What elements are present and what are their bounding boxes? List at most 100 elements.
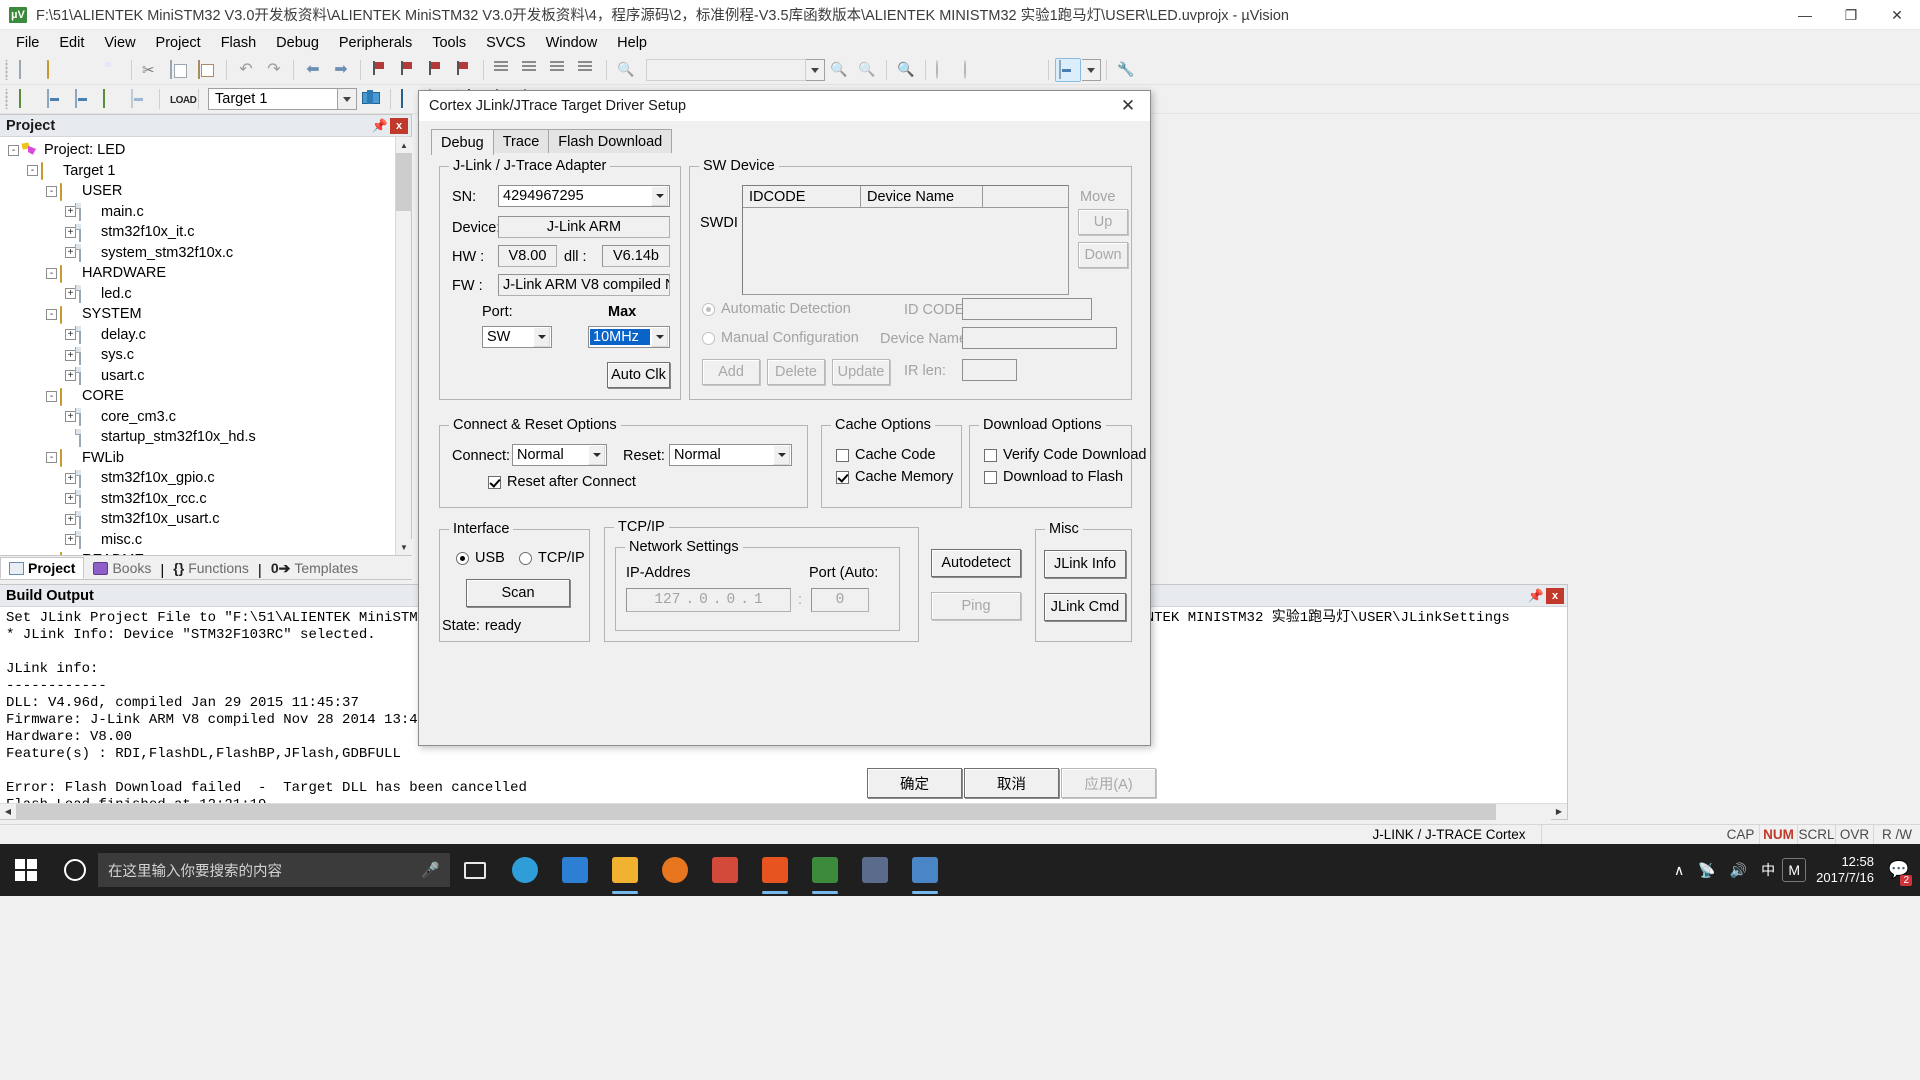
- move-up-button[interactable]: Up: [1078, 209, 1128, 235]
- radio-usb[interactable]: USB: [456, 550, 505, 566]
- menu-view[interactable]: View: [94, 32, 145, 54]
- checkbox-download-to-flash[interactable]: Download to Flash: [984, 469, 1123, 485]
- taskbar-app-recorder[interactable]: [750, 844, 800, 896]
- tree-item[interactable]: + delay.c: [0, 325, 395, 346]
- tree-item[interactable]: - Project: LED: [0, 140, 395, 161]
- menu-svcs[interactable]: SVCS: [476, 32, 536, 54]
- tree-item[interactable]: + usart.c: [0, 366, 395, 387]
- scroll-down-icon[interactable]: ▼: [396, 539, 412, 555]
- new-file-button[interactable]: [15, 58, 41, 82]
- tab-project[interactable]: Project: [0, 557, 85, 579]
- tree-collapse-icon[interactable]: -: [46, 267, 57, 279]
- jlink-info-button[interactable]: JLink Info: [1044, 550, 1126, 578]
- batch-build-button[interactable]: [99, 87, 125, 111]
- microphone-icon[interactable]: 🎤: [421, 861, 440, 879]
- sn-combo[interactable]: 4294967295: [498, 185, 670, 207]
- taskbar-app-store[interactable]: [550, 844, 600, 896]
- comment-button[interactable]: [546, 58, 572, 82]
- column-idcode[interactable]: IDCODE: [743, 186, 861, 207]
- radio-tcpip[interactable]: TCP/IP: [519, 550, 585, 566]
- port-dropdown-arrow[interactable]: [533, 327, 550, 347]
- build-output-close-icon[interactable]: x: [1546, 587, 1564, 604]
- tree-item[interactable]: - HARDWARE: [0, 263, 395, 284]
- max-clock-combo[interactable]: 10MHz: [588, 326, 670, 348]
- previous-bookmark-button[interactable]: [395, 58, 421, 82]
- outdent-button[interactable]: [518, 58, 544, 82]
- target-dropdown-arrow[interactable]: [338, 88, 357, 110]
- target-combo-value[interactable]: Target 1: [208, 88, 338, 110]
- project-panel-close-icon[interactable]: x: [390, 117, 408, 134]
- indent-button[interactable]: [490, 58, 516, 82]
- taskbar-app-explorer[interactable]: [600, 844, 650, 896]
- checkbox-cache-code[interactable]: Cache Code: [836, 447, 936, 463]
- find-in-files-icon[interactable]: [613, 58, 639, 82]
- find-input[interactable]: [646, 59, 806, 81]
- build-pin-icon[interactable]: 📌: [1526, 586, 1546, 606]
- open-file-button[interactable]: [43, 58, 69, 82]
- jlink-cmd-button[interactable]: JLink Cmd: [1044, 593, 1126, 621]
- uncomment-button[interactable]: [574, 58, 600, 82]
- checkbox-cache-memory[interactable]: Cache Memory: [836, 469, 953, 485]
- rebuild-button[interactable]: [71, 87, 97, 111]
- undo-button[interactable]: ↶: [233, 58, 259, 82]
- tree-item[interactable]: + stm32f10x_usart.c: [0, 509, 395, 530]
- save-all-button[interactable]: [99, 58, 125, 82]
- scroll-thumb[interactable]: [396, 153, 412, 211]
- minimize-button[interactable]: —: [1782, 0, 1828, 30]
- start-button[interactable]: [0, 844, 52, 896]
- column-device-name[interactable]: Device Name: [861, 186, 983, 207]
- cancel-button[interactable]: 取消: [964, 768, 1059, 798]
- apply-button[interactable]: 应用(A): [1061, 768, 1156, 798]
- paste-button[interactable]: [194, 58, 220, 82]
- toolbar-grip[interactable]: [4, 89, 11, 109]
- translate-button[interactable]: [15, 87, 41, 111]
- menu-project[interactable]: Project: [146, 32, 211, 54]
- scroll-up-icon[interactable]: ▲: [396, 137, 412, 153]
- project-tree[interactable]: - Project: LED - Target 1- USER + main.c + stm32…: [0, 137, 395, 555]
- tree-item[interactable]: - SYSTEM: [0, 304, 395, 325]
- menu-edit[interactable]: Edit: [49, 32, 94, 54]
- next-bookmark-button[interactable]: [423, 58, 449, 82]
- auto-clk-button[interactable]: Auto Clk: [607, 362, 670, 388]
- tab-templates[interactable]: 0➔ Templates: [262, 557, 367, 579]
- tree-item[interactable]: - USER: [0, 181, 395, 202]
- sn-dropdown-arrow[interactable]: [651, 186, 668, 206]
- window-layout-dropdown-arrow[interactable]: [1082, 59, 1101, 81]
- taskbar-app-firefox[interactable]: [650, 844, 700, 896]
- ip-address-field[interactable]: 127. 0. 0. 1: [626, 588, 791, 612]
- menu-flash[interactable]: Flash: [211, 32, 266, 54]
- max-clock-dropdown-arrow[interactable]: [651, 327, 668, 347]
- maximize-button[interactable]: ❐: [1828, 0, 1874, 30]
- find-dropdown-arrow[interactable]: [806, 59, 825, 81]
- menu-file[interactable]: File: [6, 32, 49, 54]
- build-button[interactable]: [43, 87, 69, 111]
- move-down-button[interactable]: Down: [1078, 242, 1128, 268]
- tab-flash-download[interactable]: Flash Download: [548, 129, 673, 153]
- window-layout-button[interactable]: [1055, 58, 1081, 82]
- download-button[interactable]: LOAD: [166, 87, 197, 111]
- save-button[interactable]: [71, 58, 97, 82]
- tree-item[interactable]: -README: [0, 550, 395, 555]
- checkbox-verify-code-download[interactable]: Verify Code Download: [984, 447, 1146, 463]
- radio-manual-configuration[interactable]: Manual Configuration: [702, 330, 859, 346]
- notification-center-button[interactable]: 💬 2: [1884, 844, 1914, 896]
- build-output-hscrollbar[interactable]: ◀ ▶: [0, 803, 1567, 820]
- network-icon[interactable]: 📡: [1691, 844, 1722, 896]
- cortana-button[interactable]: [52, 844, 98, 896]
- tree-collapse-icon[interactable]: -: [27, 165, 38, 177]
- menu-peripherals[interactable]: Peripherals: [329, 32, 422, 54]
- tree-item[interactable]: + main.c: [0, 202, 395, 223]
- volume-icon[interactable]: 🔊: [1723, 844, 1754, 896]
- port-field[interactable]: 0: [811, 588, 869, 612]
- find-next-button[interactable]: [854, 58, 880, 82]
- configuration-wizard-button[interactable]: [1113, 58, 1139, 82]
- tree-item[interactable]: - CORE: [0, 386, 395, 407]
- reset-dropdown-arrow[interactable]: [773, 445, 790, 465]
- connect-combo[interactable]: Normal: [512, 444, 607, 466]
- id-code-value[interactable]: [962, 298, 1092, 320]
- scroll-right-icon[interactable]: ▶: [1551, 804, 1567, 820]
- column-extra[interactable]: [983, 186, 1068, 207]
- tree-item[interactable]: + system_stm32f10x.c: [0, 243, 395, 264]
- scroll-left-icon[interactable]: ◀: [0, 804, 16, 820]
- pin-icon[interactable]: 📌: [370, 116, 390, 136]
